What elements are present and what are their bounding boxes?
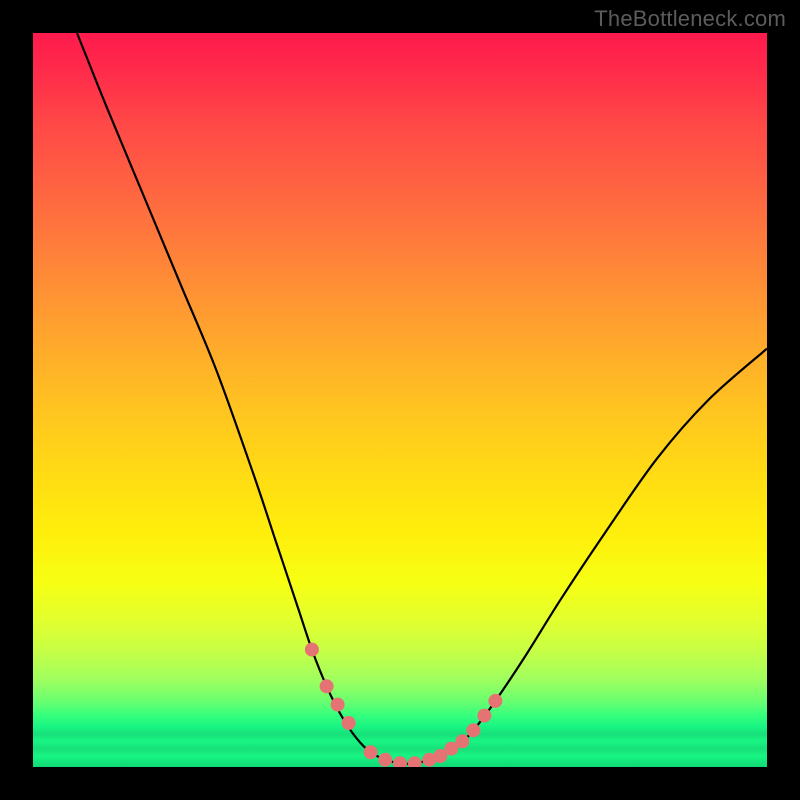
plot-area xyxy=(33,33,767,767)
marker-point xyxy=(320,679,334,693)
marker-point xyxy=(378,753,392,767)
watermark-text: TheBottleneck.com xyxy=(594,6,786,32)
marker-point xyxy=(466,723,480,737)
marker-point xyxy=(408,756,422,767)
marker-point xyxy=(331,698,345,712)
bottleneck-curve xyxy=(77,33,767,764)
marker-point xyxy=(305,643,319,657)
marker-point xyxy=(455,734,469,748)
chart-frame: TheBottleneck.com xyxy=(0,0,800,800)
marker-point xyxy=(488,694,502,708)
marker-point xyxy=(364,745,378,759)
marker-point xyxy=(342,716,356,730)
marker-point xyxy=(477,709,491,723)
chart-svg xyxy=(33,33,767,767)
highlight-markers xyxy=(305,643,503,767)
marker-point xyxy=(393,756,407,767)
